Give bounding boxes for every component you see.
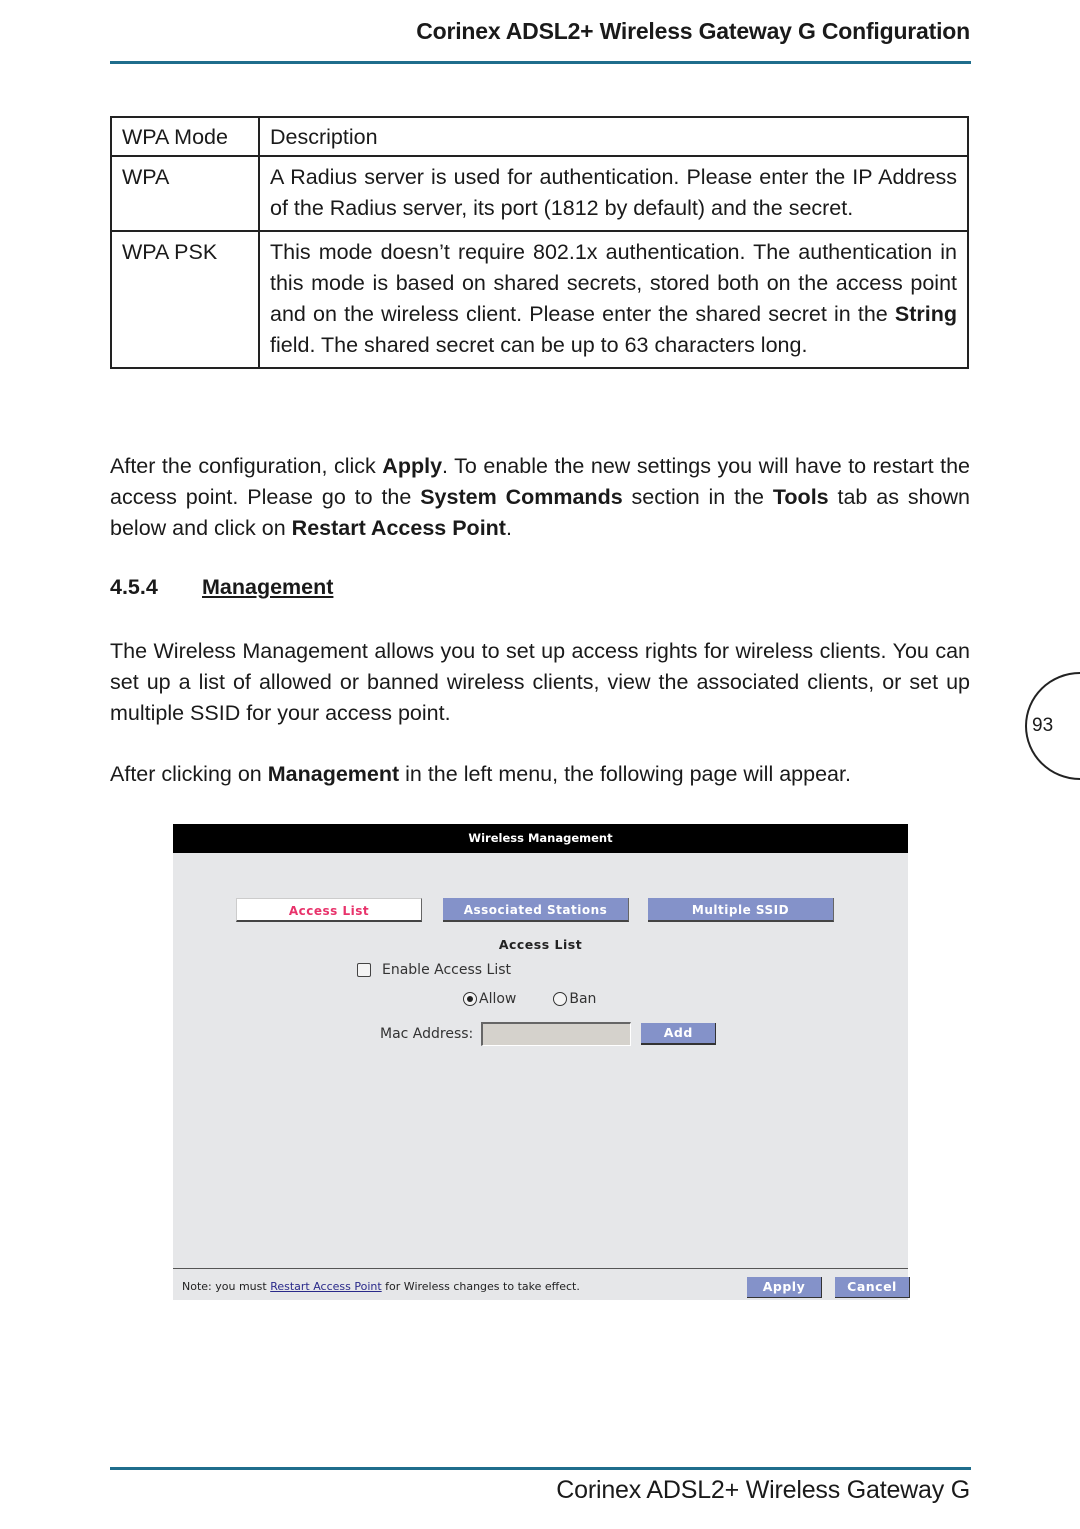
bold-management: Management [267, 762, 400, 786]
running-header: Corinex ADSL2+ Wireless Gateway G Config… [416, 18, 970, 44]
desc-text: field. The shared secret can be up to 63… [270, 333, 808, 357]
column-header-description: Description [258, 116, 969, 157]
add-button[interactable]: Add [641, 1023, 717, 1045]
access-list-heading: Access List [498, 937, 583, 952]
text: After clicking on [110, 762, 268, 786]
bold-system-commands: System Commands [420, 485, 623, 509]
tab-access-list[interactable]: Access List [236, 898, 422, 922]
desc-text: This mode doesn’t require 802.1x authent… [270, 240, 957, 326]
restart-access-point-link[interactable]: Restart Access Point [270, 1280, 382, 1293]
cancel-button[interactable]: Cancel [835, 1277, 910, 1298]
text: section in the [622, 485, 773, 509]
wpa-mode-table: WPA Mode Description WPA A Radius server… [110, 116, 969, 369]
table-row: WPA PSK This mode doesn’t require 802.1x… [110, 230, 969, 369]
mac-address-input[interactable] [481, 1022, 632, 1046]
ban-label: Ban [569, 991, 597, 1007]
table-header-row: WPA Mode Description [110, 116, 969, 157]
note-text: for Wireless changes to take effect. [381, 1280, 580, 1293]
footer-rule [110, 1467, 971, 1470]
tab-associated-stations[interactable]: Associated Stations [443, 898, 629, 922]
ban-option[interactable]: Ban [553, 991, 596, 1007]
section-heading: 4.5.4 Management [110, 575, 333, 600]
text: . [505, 516, 512, 540]
description-cell: A Radius server is used for authenticati… [258, 155, 969, 232]
enable-access-list-checkbox[interactable] [357, 963, 371, 977]
bold-restart-access-point: Restart Access Point [291, 516, 506, 540]
text: After the configuration, click [110, 454, 383, 478]
intro-paragraph: The Wireless Management allows you to se… [110, 639, 970, 725]
desc-bold: String [894, 302, 957, 326]
bold-tools: Tools [772, 485, 829, 509]
apply-button[interactable]: Apply [747, 1277, 822, 1298]
apply-instructions-paragraph: After the configuration, click Apply. To… [110, 451, 970, 544]
ban-radio[interactable] [553, 992, 568, 1006]
page-number: 93 [1032, 715, 1054, 736]
table-row: WPA A Radius server is used for authenti… [110, 155, 969, 232]
tab-multiple-ssid[interactable]: Multiple SSID [648, 898, 834, 922]
text: in the left menu, the following page wil… [399, 762, 851, 786]
mode-cell: WPA [110, 155, 260, 232]
note-text: Note: you must [182, 1280, 271, 1293]
allow-option[interactable]: Allow [463, 991, 516, 1007]
column-header-mode: WPA Mode [110, 116, 260, 157]
footer-divider [173, 1268, 908, 1269]
after-clicking-paragraph: After clicking on Management in the left… [110, 759, 970, 790]
enable-access-list-label: Enable Access List [382, 962, 511, 978]
allow-radio[interactable] [463, 992, 477, 1006]
bold-apply: Apply [382, 454, 443, 478]
mac-address-row: Mac Address: Add [380, 1022, 717, 1046]
running-footer: Corinex ADSL2+ Wireless Gateway G [556, 1476, 970, 1504]
mode-cell: WPA PSK [110, 230, 260, 369]
restart-note: Note: you must Restart Access Point for … [182, 1280, 580, 1293]
wireless-management-screenshot: Wireless Management Access List Associat… [173, 824, 910, 1300]
allow-ban-radio-group: Allow Ban [463, 991, 633, 1007]
mac-address-label: Mac Address: [380, 1026, 474, 1042]
description-cell: This mode doesn’t require 802.1x authent… [258, 230, 969, 369]
allow-label: Allow [479, 991, 517, 1007]
section-title: Management [202, 575, 334, 599]
section-number: 4.5.4 [110, 575, 158, 599]
enable-access-list-row: Enable Access List [357, 962, 511, 978]
header-rule [110, 61, 971, 64]
screenshot-title-bar: Wireless Management [173, 824, 908, 853]
